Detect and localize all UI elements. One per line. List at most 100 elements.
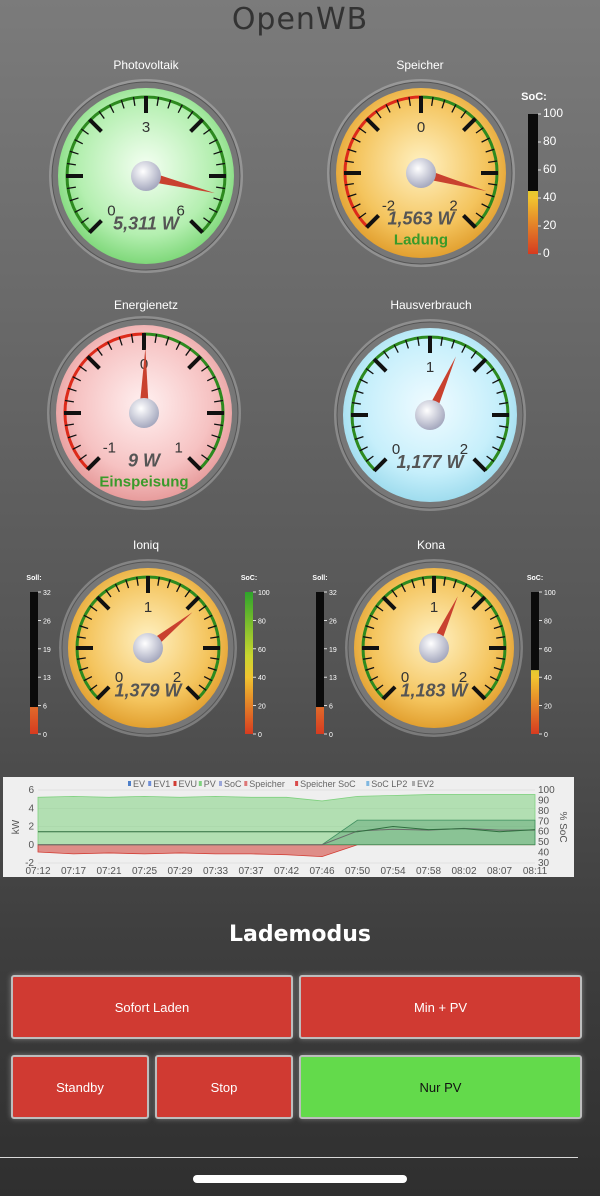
gauge-label-ioniq: Ioniq	[132, 538, 160, 552]
gauge-tick-label: -1	[103, 440, 116, 457]
chart-x-tick: 07:58	[416, 866, 441, 877]
bar-tick-label: 40	[258, 675, 266, 682]
chart-y2-tick: 80	[538, 806, 550, 817]
gauge-status: Ladung	[394, 232, 448, 249]
bar-tick-label: 32	[329, 590, 337, 597]
home-indicator[interactable]	[193, 1175, 407, 1183]
stop-label: Stop	[210, 1079, 238, 1095]
chart-legend-swatch	[412, 781, 415, 786]
chart-y2-tick: 60	[538, 827, 550, 838]
gauge-tick-label: 1	[144, 599, 152, 616]
bar-tick-label: 20	[543, 218, 557, 232]
ioniq-soc-bar: SoC: 100 80 60 40 20 0	[241, 575, 270, 739]
bar-tick-label: 0	[329, 732, 333, 739]
chart-y-tick: 0	[28, 840, 34, 851]
chart-legend-label: Speicher SoC	[300, 779, 356, 789]
power-chart: 6 4 2 0 -2 100 90 80 70 60 50 40 30 kW% SoC 07:12 07:17…	[3, 777, 574, 877]
chart-x-tick: 07:42	[274, 866, 299, 877]
chart-x-tick: 07:21	[96, 866, 121, 877]
chart-legend-swatch	[244, 781, 248, 786]
bar-tick-label: 20	[258, 704, 266, 711]
gauge-value: 9 W	[128, 451, 162, 471]
chart-y-tick: 4	[28, 803, 34, 814]
bottom-divider	[0, 1157, 578, 1158]
gauge-label-photovoltaik: Photovoltaik	[113, 58, 179, 72]
gauge-photovoltaik: 0365,311 W	[49, 79, 243, 273]
bar-tick-label: 60	[258, 647, 266, 654]
bar-tick-label: 40	[544, 675, 552, 682]
bar-tick-label: 80	[258, 618, 266, 625]
sofort-laden-button[interactable]: Sofort Laden	[11, 975, 293, 1039]
chart-x-tick: 07:12	[25, 866, 50, 877]
chart-y-axis-label: kW	[11, 819, 22, 834]
gauge-needle-cap	[419, 633, 449, 663]
gauge-tick-label: 0	[417, 119, 425, 136]
gauge-energienetz: -1019 WEinspeisung	[47, 316, 241, 510]
ioniq-soll-bar: Soll: 32 26 19 13 6 0	[26, 575, 51, 739]
gauge-value: 1,563 W	[387, 209, 456, 229]
bar-fill	[528, 191, 538, 254]
nur-pv-button[interactable]: Nur PV	[299, 1055, 582, 1119]
sofort-laden-label: Sofort Laden	[114, 999, 190, 1015]
gauge-needle-cap	[129, 398, 159, 428]
bar-header-label: Soll:	[26, 575, 41, 582]
chart-y2-tick: 70	[538, 816, 550, 827]
gauge-speicher: -2021,563 WLadung	[327, 79, 515, 267]
gauge-value: 5,311 W	[113, 214, 181, 234]
gauge-kona: 0121,183 W	[345, 559, 523, 737]
chart-x-tick: 07:29	[167, 866, 192, 877]
kona-soc-bar: SoC: 100 80 60 40 20 0	[527, 575, 556, 739]
gauge-needle-cap	[406, 158, 436, 188]
bar-tick-label: 0	[258, 732, 262, 739]
chart-x-tick: 07:33	[203, 866, 228, 877]
bar-tick-label: 0	[544, 732, 548, 739]
bar-header-label: Soll:	[312, 575, 327, 582]
chart-y2-tick: 50	[538, 837, 550, 848]
lademodus-title: Lademodus	[228, 922, 372, 947]
bar-tick-label: 60	[544, 647, 552, 654]
chart-legend-label: SoC	[224, 779, 242, 789]
chart-y2-tick: 100	[538, 785, 555, 796]
bar-header-label: SoC:	[241, 575, 257, 582]
power-chart-svg: 6420-210090807060504030kW% SoC07:12 07:17…	[11, 779, 568, 877]
gauge-tick-label: 1	[174, 440, 182, 457]
speicher-soc-bar: SoC: 100 80 60 40 20 0	[521, 91, 563, 260]
chart-x-tick: 07:46	[309, 866, 334, 877]
bar-tick-label: 20	[544, 704, 552, 711]
bar-tick-label: 80	[544, 618, 552, 625]
chart-x-tick: 07:17	[61, 866, 86, 877]
chart-y2-axis-label: % SoC	[557, 811, 568, 842]
chart-legend-swatch	[295, 781, 299, 786]
standby-label: Standby	[56, 1079, 104, 1095]
bar-tick-label: 100	[544, 590, 556, 597]
min-pv-button[interactable]: Min + PV	[299, 975, 582, 1039]
chart-legend-label: EV2	[417, 779, 434, 789]
bar-tick-label: 13	[43, 675, 51, 682]
chart-legend-swatch	[366, 781, 370, 786]
bar-header-label: SoC:	[527, 575, 543, 582]
stop-button[interactable]: Stop	[155, 1055, 293, 1119]
bar-tick-label: 19	[43, 647, 51, 654]
gauge-label-hausverbrauch: Hausverbrauch	[390, 298, 472, 312]
chart-legend-swatch	[148, 781, 152, 786]
gauge-value: 1,183 W	[400, 680, 469, 700]
gauge-label-speicher: Speicher	[396, 58, 444, 72]
gauge-ioniq: 0121,379 W	[59, 559, 237, 737]
gauge-tick-label: 1	[426, 359, 434, 376]
bar-tick-label: 100	[258, 590, 270, 597]
chart-legend-label: Speicher	[249, 779, 285, 789]
chart-x-tick: 08:02	[451, 866, 476, 877]
gauge-hausverbrauch: 0121,177 W	[334, 319, 526, 511]
chart-legend-label: EVU	[179, 779, 198, 789]
chart-y2-tick: 90	[538, 795, 550, 806]
chart-x-tick: 07:54	[380, 866, 405, 877]
bar-tick-label: 6	[329, 704, 333, 711]
bar-tick-label: 0	[543, 246, 550, 260]
standby-button[interactable]: Standby	[11, 1055, 149, 1119]
gauge-tick-label: 1	[430, 599, 438, 616]
nur-pv-label: Nur PV	[419, 1079, 462, 1095]
gauge-label-energienetz: Energienetz	[113, 298, 179, 312]
bar-tick-label: 26	[329, 618, 337, 625]
bar-tick-label: 40	[543, 190, 557, 204]
chart-y2-tick: 40	[538, 848, 550, 859]
